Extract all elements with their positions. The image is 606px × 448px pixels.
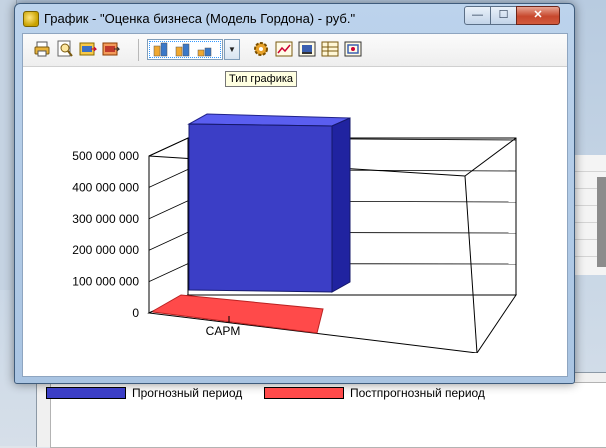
chart-settings-button[interactable] (252, 40, 270, 58)
chart-side-wall (149, 138, 188, 313)
app-icon (23, 11, 39, 27)
bar-chart-type-icon (148, 40, 222, 59)
legend-label: Прогнозный период (132, 386, 242, 400)
minimize-button[interactable]: — (464, 6, 491, 25)
print-preview-icon (56, 40, 74, 58)
export-html-button[interactable] (102, 40, 120, 58)
parent-scrollbar[interactable] (597, 177, 606, 267)
export-doc-icon (79, 40, 97, 58)
chart-properties-button[interactable] (298, 40, 316, 58)
line-chart-icon (275, 40, 293, 58)
chart-type-select[interactable]: ▼ (147, 39, 239, 60)
gear-icon (252, 40, 270, 58)
legend-label: Постпрогнозный период (350, 386, 485, 400)
y-tick-label: 400 000 000 (72, 180, 139, 194)
chart-window: График - "Оценка бизнеса (Модель Гордона… (14, 3, 575, 384)
maximize-button[interactable]: ☐ (490, 6, 517, 25)
close-button[interactable]: ✕ (516, 6, 560, 25)
chart-area: 0 100 000 000 200 000 000 300 000 000 400 00… (23, 67, 567, 376)
chart-client-area: ▼ (22, 33, 568, 377)
export-html-icon (102, 40, 120, 58)
y-tick-label: 0 (132, 306, 139, 320)
y-tick-label: 500 000 000 (72, 149, 139, 163)
y-tick-label: 200 000 000 (72, 243, 139, 257)
data-grid-button[interactable] (344, 40, 362, 58)
y-tick-label: 100 000 000 (72, 275, 139, 289)
x-tick-label: CAPM (206, 324, 241, 338)
table-view-button[interactable] (321, 40, 339, 58)
toolbar-separator (138, 39, 139, 61)
chart-legend: Прогнозный период Постпрогнозный период (46, 386, 546, 400)
print-preview-button[interactable] (56, 40, 74, 58)
parent-window-table (573, 155, 606, 275)
bar-chart-3d: 0 100 000 000 200 000 000 300 000 000 400 00… (23, 67, 567, 353)
print-button[interactable] (33, 40, 51, 58)
table-view-icon (321, 40, 339, 58)
data-grid-icon (344, 40, 362, 58)
bar-forecast-side (332, 118, 350, 292)
chart-type-preview (147, 39, 223, 60)
chart-properties-icon (298, 40, 316, 58)
legend-swatch (264, 387, 344, 399)
title-bar[interactable]: График - "Оценка бизнеса (Модель Гордона… (15, 4, 574, 32)
legend-swatch (46, 387, 126, 399)
chart-toolbar: ▼ (23, 34, 567, 67)
bar-forecast-capm (189, 124, 332, 292)
chevron-down-icon[interactable]: ▼ (224, 39, 240, 60)
print-icon (33, 40, 51, 58)
line-chart-button[interactable] (275, 40, 293, 58)
export-doc-button[interactable] (79, 40, 97, 58)
window-title: График - "Оценка бизнеса (Модель Гордона… (44, 11, 355, 26)
y-tick-label: 300 000 000 (72, 212, 139, 226)
